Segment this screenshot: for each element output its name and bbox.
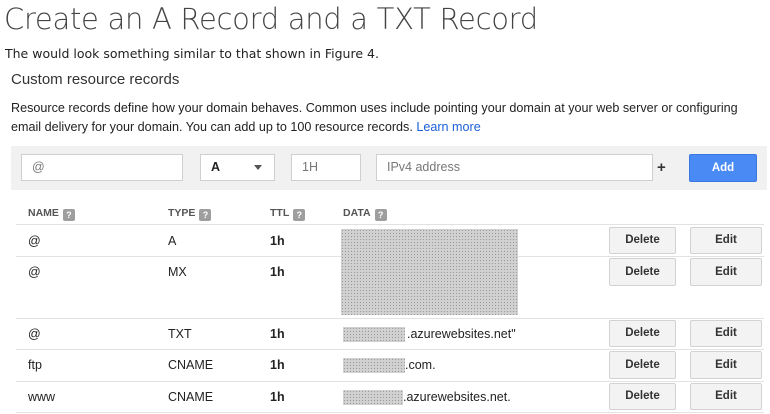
record-ttl: 1h <box>270 265 285 279</box>
add-button[interactable]: Add <box>689 154 757 182</box>
redacted-data <box>343 327 405 342</box>
record-type: MX <box>168 265 187 279</box>
delete-button[interactable]: Delete <box>609 320 676 347</box>
help-icon[interactable]: ? <box>293 209 306 221</box>
column-header-label: TYPE <box>168 207 196 219</box>
record-name: @ <box>28 234 41 248</box>
section-description: Resource records define how your domain … <box>11 99 763 137</box>
record-ttl: 1h <box>270 358 285 372</box>
record-ttl: 1h <box>270 327 285 341</box>
redacted-data <box>343 390 403 405</box>
delete-button[interactable]: Delete <box>609 383 676 410</box>
record-data: .com. <box>405 358 436 372</box>
edit-button[interactable]: Edit <box>690 320 762 347</box>
data-input[interactable]: IPv4 address <box>376 154 653 181</box>
learn-more-link[interactable]: Learn more <box>416 120 480 134</box>
table-divider <box>16 381 764 382</box>
record-data: .azurewebsites.net. <box>403 390 511 404</box>
record-data: .azurewebsites.net" <box>407 327 516 341</box>
record-type: CNAME <box>168 358 214 372</box>
column-header-type: TYPE? <box>168 207 212 221</box>
chevron-down-icon <box>254 165 262 170</box>
name-input[interactable]: @ <box>21 154 183 181</box>
record-type: A <box>168 234 177 248</box>
plus-icon[interactable]: + <box>657 159 666 176</box>
type-select-value: A <box>211 160 221 174</box>
table-divider <box>16 412 764 413</box>
record-name: @ <box>28 327 41 341</box>
edit-button[interactable]: Edit <box>690 351 762 379</box>
redacted-data <box>341 229 518 315</box>
column-header-name: NAME? <box>28 207 75 221</box>
column-header-ttl: TTL? <box>270 207 306 221</box>
help-icon[interactable]: ? <box>62 209 75 221</box>
record-name: @ <box>28 265 41 279</box>
record-type: TXT <box>168 327 192 341</box>
table-divider <box>16 318 764 319</box>
edit-button[interactable]: Edit <box>690 258 762 286</box>
table-divider <box>16 349 764 350</box>
edit-button[interactable]: Edit <box>690 227 762 254</box>
help-icon[interactable]: ? <box>199 209 212 221</box>
delete-button[interactable]: Delete <box>609 227 676 254</box>
description-text: Resource records define how your domain … <box>11 101 738 134</box>
ttl-input[interactable]: 1H <box>291 154 361 181</box>
table-divider <box>16 224 764 225</box>
redacted-data <box>343 358 405 373</box>
intro-text: The would look something similar to that… <box>5 46 379 61</box>
record-ttl: 1h <box>270 234 285 248</box>
type-select[interactable]: A <box>200 154 275 181</box>
record-name: www <box>28 390 56 404</box>
edit-button[interactable]: Edit <box>690 383 762 410</box>
page-heading: Create an A Record and a TXT Record <box>4 2 538 36</box>
column-header-label: NAME <box>28 207 59 219</box>
column-header-label: TTL <box>270 207 290 219</box>
record-ttl: 1h <box>270 390 285 404</box>
section-title: Custom resource records <box>11 71 180 88</box>
delete-button[interactable]: Delete <box>609 351 676 379</box>
add-record-form: @ A 1H IPv4 address + Add <box>11 146 767 190</box>
delete-button[interactable]: Delete <box>609 258 676 286</box>
record-name: ftp <box>28 358 42 372</box>
column-header-label: DATA <box>343 207 371 219</box>
record-type: CNAME <box>168 390 214 404</box>
column-header-data: DATA? <box>343 207 387 221</box>
help-icon[interactable]: ? <box>374 209 387 221</box>
